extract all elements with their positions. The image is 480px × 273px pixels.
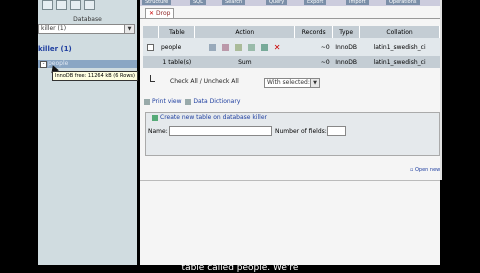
help-icon[interactable] xyxy=(84,0,95,10)
chevron-down-icon: ▼ xyxy=(310,79,319,87)
table-row: people ✕ ~0 InnoDB latin1_swedish_ci xyxy=(143,38,440,56)
footer-divider xyxy=(140,180,440,181)
drop-label: Drop xyxy=(156,10,171,17)
data-dictionary-link[interactable]: Data Dictionary xyxy=(193,98,240,105)
name-label: Name: xyxy=(148,128,168,135)
window-icon: ▫ xyxy=(410,167,414,173)
header-collation[interactable]: Collation xyxy=(359,26,440,38)
check-all-link[interactable]: Check All / Uncheck All xyxy=(170,78,239,85)
chevron-down-icon: ▼ xyxy=(124,25,134,33)
empty-icon[interactable] xyxy=(260,43,268,51)
tables-list: Table Action Records Type Collation peop… xyxy=(143,26,440,68)
table-name-link[interactable]: people xyxy=(158,38,195,56)
video-subtitle: table called people. We're xyxy=(181,263,299,273)
header-records[interactable]: Records xyxy=(294,26,334,38)
database-name-link[interactable]: killer (1) xyxy=(38,45,72,53)
tab-import[interactable]: Import xyxy=(346,0,369,5)
left-navigation: Database killer (1) ▼ killer (1) - peopl… xyxy=(38,0,138,265)
database-select-value: killer (1) xyxy=(41,25,67,32)
with-selected-value: With selected: xyxy=(267,79,310,86)
tree-toggle-icon[interactable]: - xyxy=(40,61,47,68)
open-new-window-link[interactable]: ▫ Open new xyxy=(410,167,440,173)
table-header-row: Table Action Records Type Collation xyxy=(143,26,440,38)
docs-icon[interactable] xyxy=(70,0,81,10)
header-type[interactable]: Type xyxy=(332,26,361,38)
create-table-legend: Create new table on database killer xyxy=(152,114,267,121)
records-cell: ~0 xyxy=(294,38,333,56)
drop-icon: ✕ xyxy=(149,10,155,17)
footer-type: InnoDB xyxy=(332,56,360,68)
footer-records: ~0 xyxy=(294,56,333,68)
tab-operations[interactable]: Operations xyxy=(386,0,420,5)
tab-sql[interactable]: SQL xyxy=(190,0,206,5)
table-footer-row: 1 table(s) Sum ~0 InnoDB latin1_swedish_… xyxy=(143,56,440,68)
tab-structure[interactable]: Structure xyxy=(142,0,172,5)
arrow-icon xyxy=(150,75,155,82)
insert-icon[interactable] xyxy=(247,43,255,51)
print-icon xyxy=(144,98,150,105)
header-action: Action xyxy=(194,26,296,38)
structure-icon[interactable] xyxy=(221,43,229,51)
footer-collation: latin1_swedish_ci xyxy=(359,56,440,68)
links-row: Print view Data Dictionary xyxy=(144,98,240,105)
collation-cell: latin1_swedish_ci xyxy=(359,38,440,56)
with-selected-select[interactable]: With selected: ▼ xyxy=(264,78,320,88)
dictionary-icon xyxy=(185,98,192,105)
tab-search[interactable]: Search xyxy=(222,0,246,5)
row-checkbox[interactable] xyxy=(147,43,155,51)
browse-icon[interactable] xyxy=(209,43,217,51)
action-icons: ✕ xyxy=(194,38,295,56)
search-icon[interactable] xyxy=(234,43,242,51)
table-name-input[interactable] xyxy=(169,126,272,136)
tooltip: InnoDB free: 11264 kB (6 Rows) xyxy=(52,71,138,81)
fields-label: Number of fields: xyxy=(275,128,327,135)
number-of-fields-input[interactable] xyxy=(327,126,346,136)
tab-query[interactable]: Query xyxy=(266,0,288,5)
footer-count: 1 table(s) xyxy=(158,56,195,68)
header-checkbox xyxy=(143,26,160,38)
home-icon[interactable] xyxy=(42,0,53,10)
print-view-link[interactable]: Print view xyxy=(152,98,182,105)
sql-query-icon[interactable] xyxy=(56,0,67,10)
scrollbar[interactable] xyxy=(440,0,442,180)
tab-export[interactable]: Export xyxy=(304,0,327,5)
tab-divider xyxy=(140,18,440,19)
database-label: Database xyxy=(73,16,102,23)
database-select[interactable]: killer (1) ▼ xyxy=(38,24,135,34)
create-table-title: Create new table on database killer xyxy=(160,114,267,121)
main-panel: Structure SQL Search Query Export Import… xyxy=(140,0,440,265)
footer-sum: Sum xyxy=(194,56,295,68)
type-cell: InnoDB xyxy=(332,38,360,56)
drop-table-icon[interactable]: ✕ xyxy=(274,43,281,51)
top-tab-bar: Structure SQL Search Query Export Import… xyxy=(140,0,440,6)
new-table-icon xyxy=(152,114,158,121)
header-table[interactable]: Table xyxy=(158,26,196,38)
open-new-label: Open new xyxy=(414,167,441,173)
